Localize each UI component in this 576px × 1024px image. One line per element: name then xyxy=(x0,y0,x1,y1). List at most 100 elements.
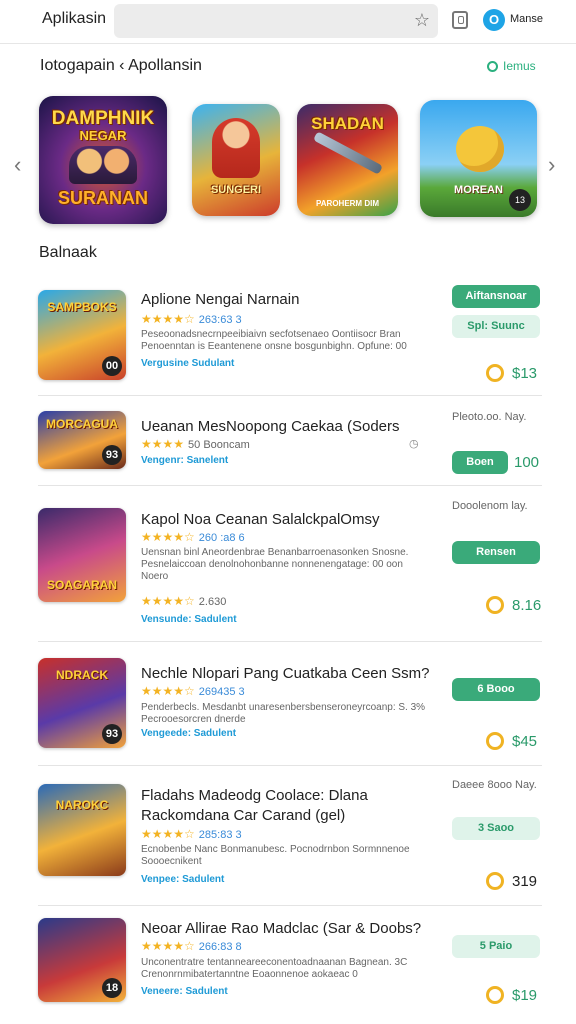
app-title[interactable]: Aplione Nengai Narnain xyxy=(141,291,299,308)
app-title[interactable]: Nechle Nlopari Pang Cuatkaba Ceen Ssm? xyxy=(141,665,430,682)
app-meta: Pleoto.oo. Nay. xyxy=(452,411,527,423)
app-tag[interactable]: Vengeede: Sadulent xyxy=(141,728,236,739)
featured-app-1[interactable]: DAMPHNIK NEGAR SURANAN xyxy=(39,96,167,224)
app-rating: ★★★★ 50 Booncam xyxy=(141,437,250,451)
app-price: $19 xyxy=(486,986,537,1004)
list-item[interactable]: NDRACK 93 Nechle Nlopari Pang Cuatkaba C… xyxy=(38,642,542,766)
list-item[interactable]: SOAGARAN Kapol Noa Ceanan SalalckpalOmsy… xyxy=(38,486,542,642)
top-bar: Aplikasin ☆ O Manse xyxy=(0,0,576,44)
coin-icon xyxy=(486,364,504,382)
list-item[interactable]: 18 Neoar Allirae Rao Madclac (Sar & Doob… xyxy=(38,906,542,1018)
featured-app-2[interactable]: SUNGERI xyxy=(192,104,280,216)
breadcrumb: Iotogapain ‹ Apollansin xyxy=(40,57,202,74)
price-value: 100 xyxy=(514,454,540,471)
install-button[interactable]: Boen xyxy=(452,451,508,474)
app-tag[interactable]: Veneere: Sadulent xyxy=(141,986,228,997)
featured-app-3-title: SHADAN xyxy=(311,114,384,133)
list-item[interactable]: NAROKC Fladahs Madeodg Coolace: Dlana Ra… xyxy=(38,766,542,906)
app-tag[interactable]: Vengenr: Sanelent xyxy=(141,455,228,466)
star-rating-icon: ★★★★☆ xyxy=(141,312,195,326)
thumbnail-badge: 93 xyxy=(102,724,122,744)
breadcrumb-action-label: Iemus xyxy=(503,59,536,73)
thumbnail-title: SOAGARAN xyxy=(46,578,117,592)
rating-value: 285:83 3 xyxy=(198,829,242,841)
app-thumbnail[interactable]: MORCAGUA 93 xyxy=(38,411,126,469)
app-description: Peseoonadsnecrnpeeibiaivn secfotsenaeo O… xyxy=(141,329,407,352)
install-button[interactable]: 5 Paio xyxy=(452,935,540,958)
clock-icon: ◷ xyxy=(409,438,419,450)
app-title[interactable]: Ueanan MesNoopong Caekaa (Soders xyxy=(141,418,400,435)
featured-app-1-caption: SURANAN xyxy=(58,188,148,208)
app-rating: ★★★★☆ 285:83 3 xyxy=(141,827,242,841)
featured-carousel: ‹ DAMPHNIK NEGAR SURANAN SUNGERI SHADAN … xyxy=(0,90,576,230)
price-value: 8.16 xyxy=(512,596,542,614)
chevron-right-icon[interactable]: › xyxy=(548,152,555,178)
featured-app-1-title: DAMPHNIK xyxy=(51,108,155,129)
clipboard-icon[interactable] xyxy=(452,11,468,29)
thumbnail-badge: 93 xyxy=(102,445,122,465)
avatar[interactable]: O xyxy=(483,9,505,31)
app-title[interactable]: Neoar Allirae Rao Madclac (Sar & Doobs? xyxy=(141,920,421,937)
rating-value: 2.630 xyxy=(198,596,227,608)
featured-app-4[interactable]: MOREAN 13 xyxy=(420,100,537,217)
thumbnail-title: NDRACK xyxy=(56,668,108,682)
coin-icon xyxy=(486,872,504,890)
thumbnail-title: MORCAGUA xyxy=(46,417,118,431)
price-value: $13 xyxy=(512,364,538,382)
list-item[interactable]: SAMPBOKS 00 Aplione Nengai Narnain ★★★★☆… xyxy=(38,278,542,396)
star-rating-icon: ★★★★ xyxy=(141,437,185,451)
thumbnail-badge: 00 xyxy=(102,356,122,376)
section-title: Balnaak xyxy=(39,244,97,261)
star-rating-icon: ★★★★☆ xyxy=(141,684,195,698)
featured-app-2-title: SUNGERI xyxy=(210,184,262,196)
list-item[interactable]: MORCAGUA 93 Ueanan MesNoopong Caekaa (So… xyxy=(38,396,542,486)
app-price: 100 xyxy=(514,454,539,471)
chevron-left-icon[interactable]: ‹ xyxy=(14,152,21,178)
app-title[interactable]: Fladahs Madeodg Coolace: Dlana xyxy=(141,787,368,804)
rating-value: 263:63 3 xyxy=(198,314,242,326)
thumbnail-badge: 18 xyxy=(102,978,122,998)
app-rating: ★★★★☆ 263:63 3 xyxy=(141,312,242,326)
user-name[interactable]: Manse xyxy=(510,13,543,25)
hero-character-art xyxy=(212,118,260,178)
app-tag[interactable]: Venpee: Sadulent xyxy=(141,874,224,885)
app-thumbnail[interactable]: NAROKC xyxy=(38,784,126,876)
thumbnail-title: SAMPBOKS xyxy=(47,300,117,314)
app-tag[interactable]: Vensunde: Sadulent xyxy=(141,614,237,625)
app-thumbnail[interactable]: SAMPBOKS 00 xyxy=(38,290,126,380)
sword-art xyxy=(312,131,384,175)
rating-value: 269435 3 xyxy=(198,686,245,698)
app-price: $13 xyxy=(486,364,537,382)
app-price: 319 xyxy=(486,872,537,890)
app-title[interactable]: Kapol Noa Ceanan SalalckpalOmsy xyxy=(141,511,379,528)
star-rating-icon: ★★★★☆ xyxy=(141,827,195,841)
star-rating-icon: ★★★★☆ xyxy=(141,594,195,608)
coin-icon xyxy=(486,986,504,1004)
star-rating-icon: ★★★★☆ xyxy=(141,939,195,953)
install-button[interactable]: 6 Booo xyxy=(452,678,540,701)
price-value: $45 xyxy=(512,732,538,750)
app-description: Uensnan binl Aneordenbrae Benanbarroenas… xyxy=(141,547,409,582)
app-thumbnail[interactable]: 18 xyxy=(38,918,126,1002)
install-button[interactable]: 3 Saoo xyxy=(452,817,540,840)
app-rating: ★★★★☆ 269435 3 xyxy=(141,684,245,698)
app-thumbnail[interactable]: SOAGARAN xyxy=(38,508,126,602)
price-value: 319 xyxy=(512,872,538,890)
breadcrumb-action-link[interactable]: Iemus xyxy=(487,59,536,73)
coin-icon xyxy=(486,732,504,750)
app-title-line2[interactable]: Rackomdana Car Carand (gel) xyxy=(141,807,345,824)
app-thumbnail[interactable]: NDRACK 93 xyxy=(38,658,126,748)
star-icon[interactable]: ☆ xyxy=(414,10,430,31)
app-price: 8.16 xyxy=(486,596,541,614)
app-tag[interactable]: Vergusine Sudulant xyxy=(141,358,234,369)
mascot-art xyxy=(456,126,504,172)
app-rating: ★★★★☆ 266:83 8 xyxy=(141,939,242,953)
app-description: Ecnobenbe Nanc Bonmanubesc. Pocnodrnbon … xyxy=(141,844,410,867)
install-button[interactable]: Rensen xyxy=(452,541,540,564)
search-input[interactable]: ☆ xyxy=(114,4,438,38)
primary-button[interactable]: Aiftansnoar xyxy=(452,285,540,308)
secondary-button[interactable]: Spl: Suunc xyxy=(452,315,540,338)
featured-app-3[interactable]: SHADAN PAROHERM DIM xyxy=(297,104,398,216)
app-meta: Daeee 8ooo Nay. xyxy=(452,779,537,791)
characters-art xyxy=(69,146,137,184)
